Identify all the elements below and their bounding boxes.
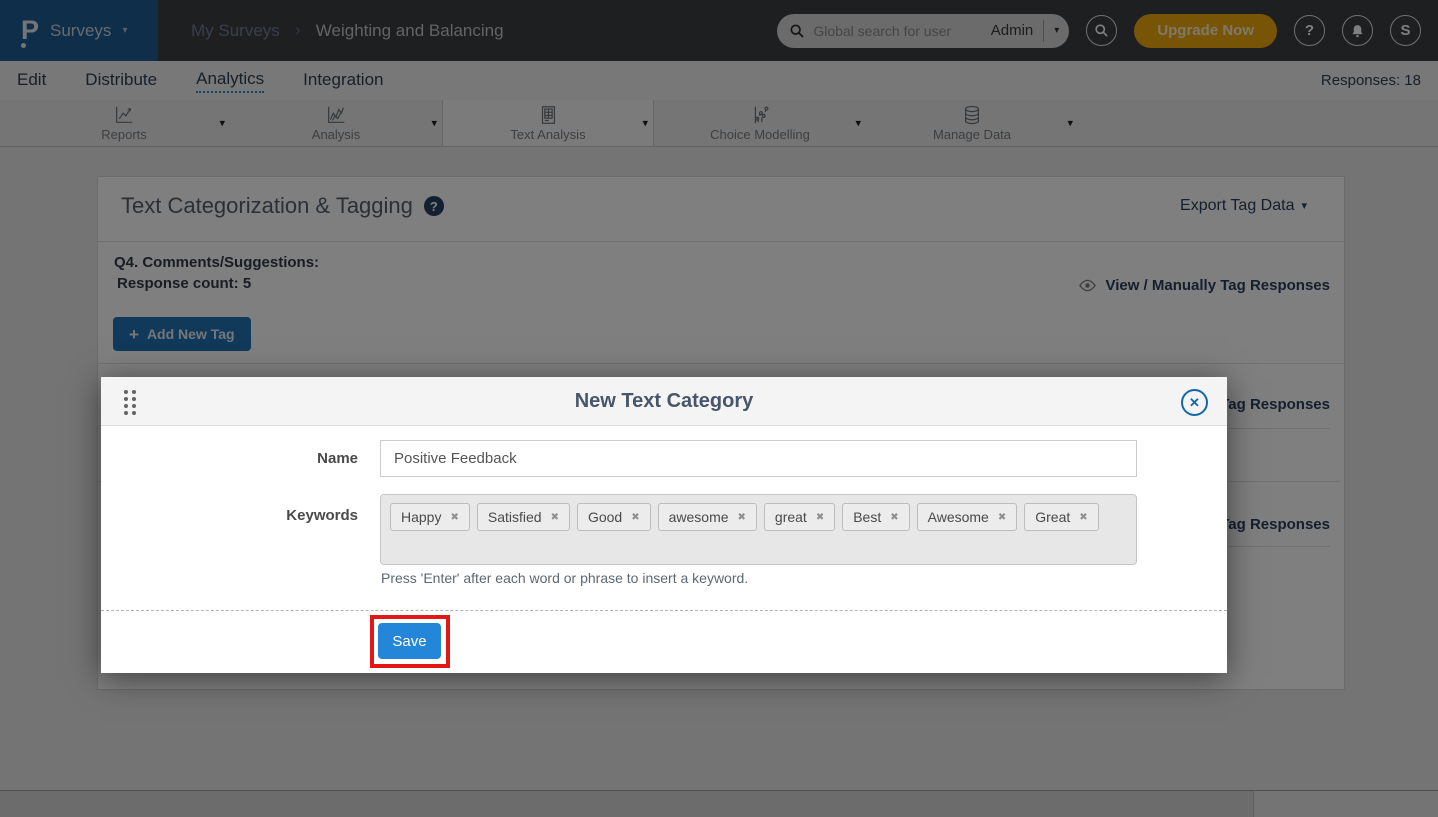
name-label: Name	[158, 450, 358, 467]
keyword-label: Happy	[401, 509, 441, 525]
remove-keyword-icon[interactable]: ✖	[551, 512, 559, 523]
keyword-chip: Awesome ✖	[917, 503, 1018, 531]
modal-title: New Text Category	[575, 390, 754, 413]
close-icon: ✕	[1189, 395, 1200, 411]
save-button[interactable]: Save	[378, 623, 441, 659]
remove-keyword-icon[interactable]: ✖	[631, 512, 639, 523]
keyword-label: Awesome	[928, 509, 989, 525]
keywords-label: Keywords	[158, 507, 358, 524]
new-text-category-modal: New Text Category ✕ Name Keywords Happy …	[101, 377, 1227, 673]
keyword-chip: great ✖	[764, 503, 835, 531]
keyword-chip: Happy ✖	[390, 503, 470, 531]
keyword-chip: Good ✖	[577, 503, 651, 531]
remove-keyword-icon[interactable]: ✖	[1079, 512, 1087, 523]
remove-keyword-icon[interactable]: ✖	[816, 512, 824, 523]
keyword-label: Great	[1035, 509, 1070, 525]
keyword-label: Best	[853, 509, 881, 525]
keyword-label: Satisfied	[488, 509, 542, 525]
remove-keyword-icon[interactable]: ✖	[890, 512, 898, 523]
keyword-hint: Press 'Enter' after each word or phrase …	[381, 570, 748, 586]
modal-header: New Text Category ✕	[101, 377, 1227, 426]
keywords-input-box[interactable]: Happy ✖ Satisfied ✖ Good ✖ awesome ✖ gre…	[380, 494, 1137, 565]
remove-keyword-icon[interactable]: ✖	[738, 512, 746, 523]
keyword-chip: Great ✖	[1024, 503, 1098, 531]
keyword-chip: Satisfied ✖	[477, 503, 570, 531]
remove-keyword-icon[interactable]: ✖	[450, 512, 458, 523]
drag-handle-icon[interactable]	[124, 390, 136, 415]
name-input[interactable]	[380, 440, 1137, 477]
remove-keyword-icon[interactable]: ✖	[998, 512, 1006, 523]
keyword-label: awesome	[669, 509, 729, 525]
app-window: P Surveys ▾ My Surveys › Weighting and B…	[0, 0, 1438, 817]
keyword-chip: Best ✖	[842, 503, 909, 531]
keyword-chip: awesome ✖	[658, 503, 757, 531]
close-button[interactable]: ✕	[1181, 389, 1208, 416]
keyword-label: Good	[588, 509, 622, 525]
keyword-label: great	[775, 509, 807, 525]
dashed-divider	[101, 610, 1227, 611]
